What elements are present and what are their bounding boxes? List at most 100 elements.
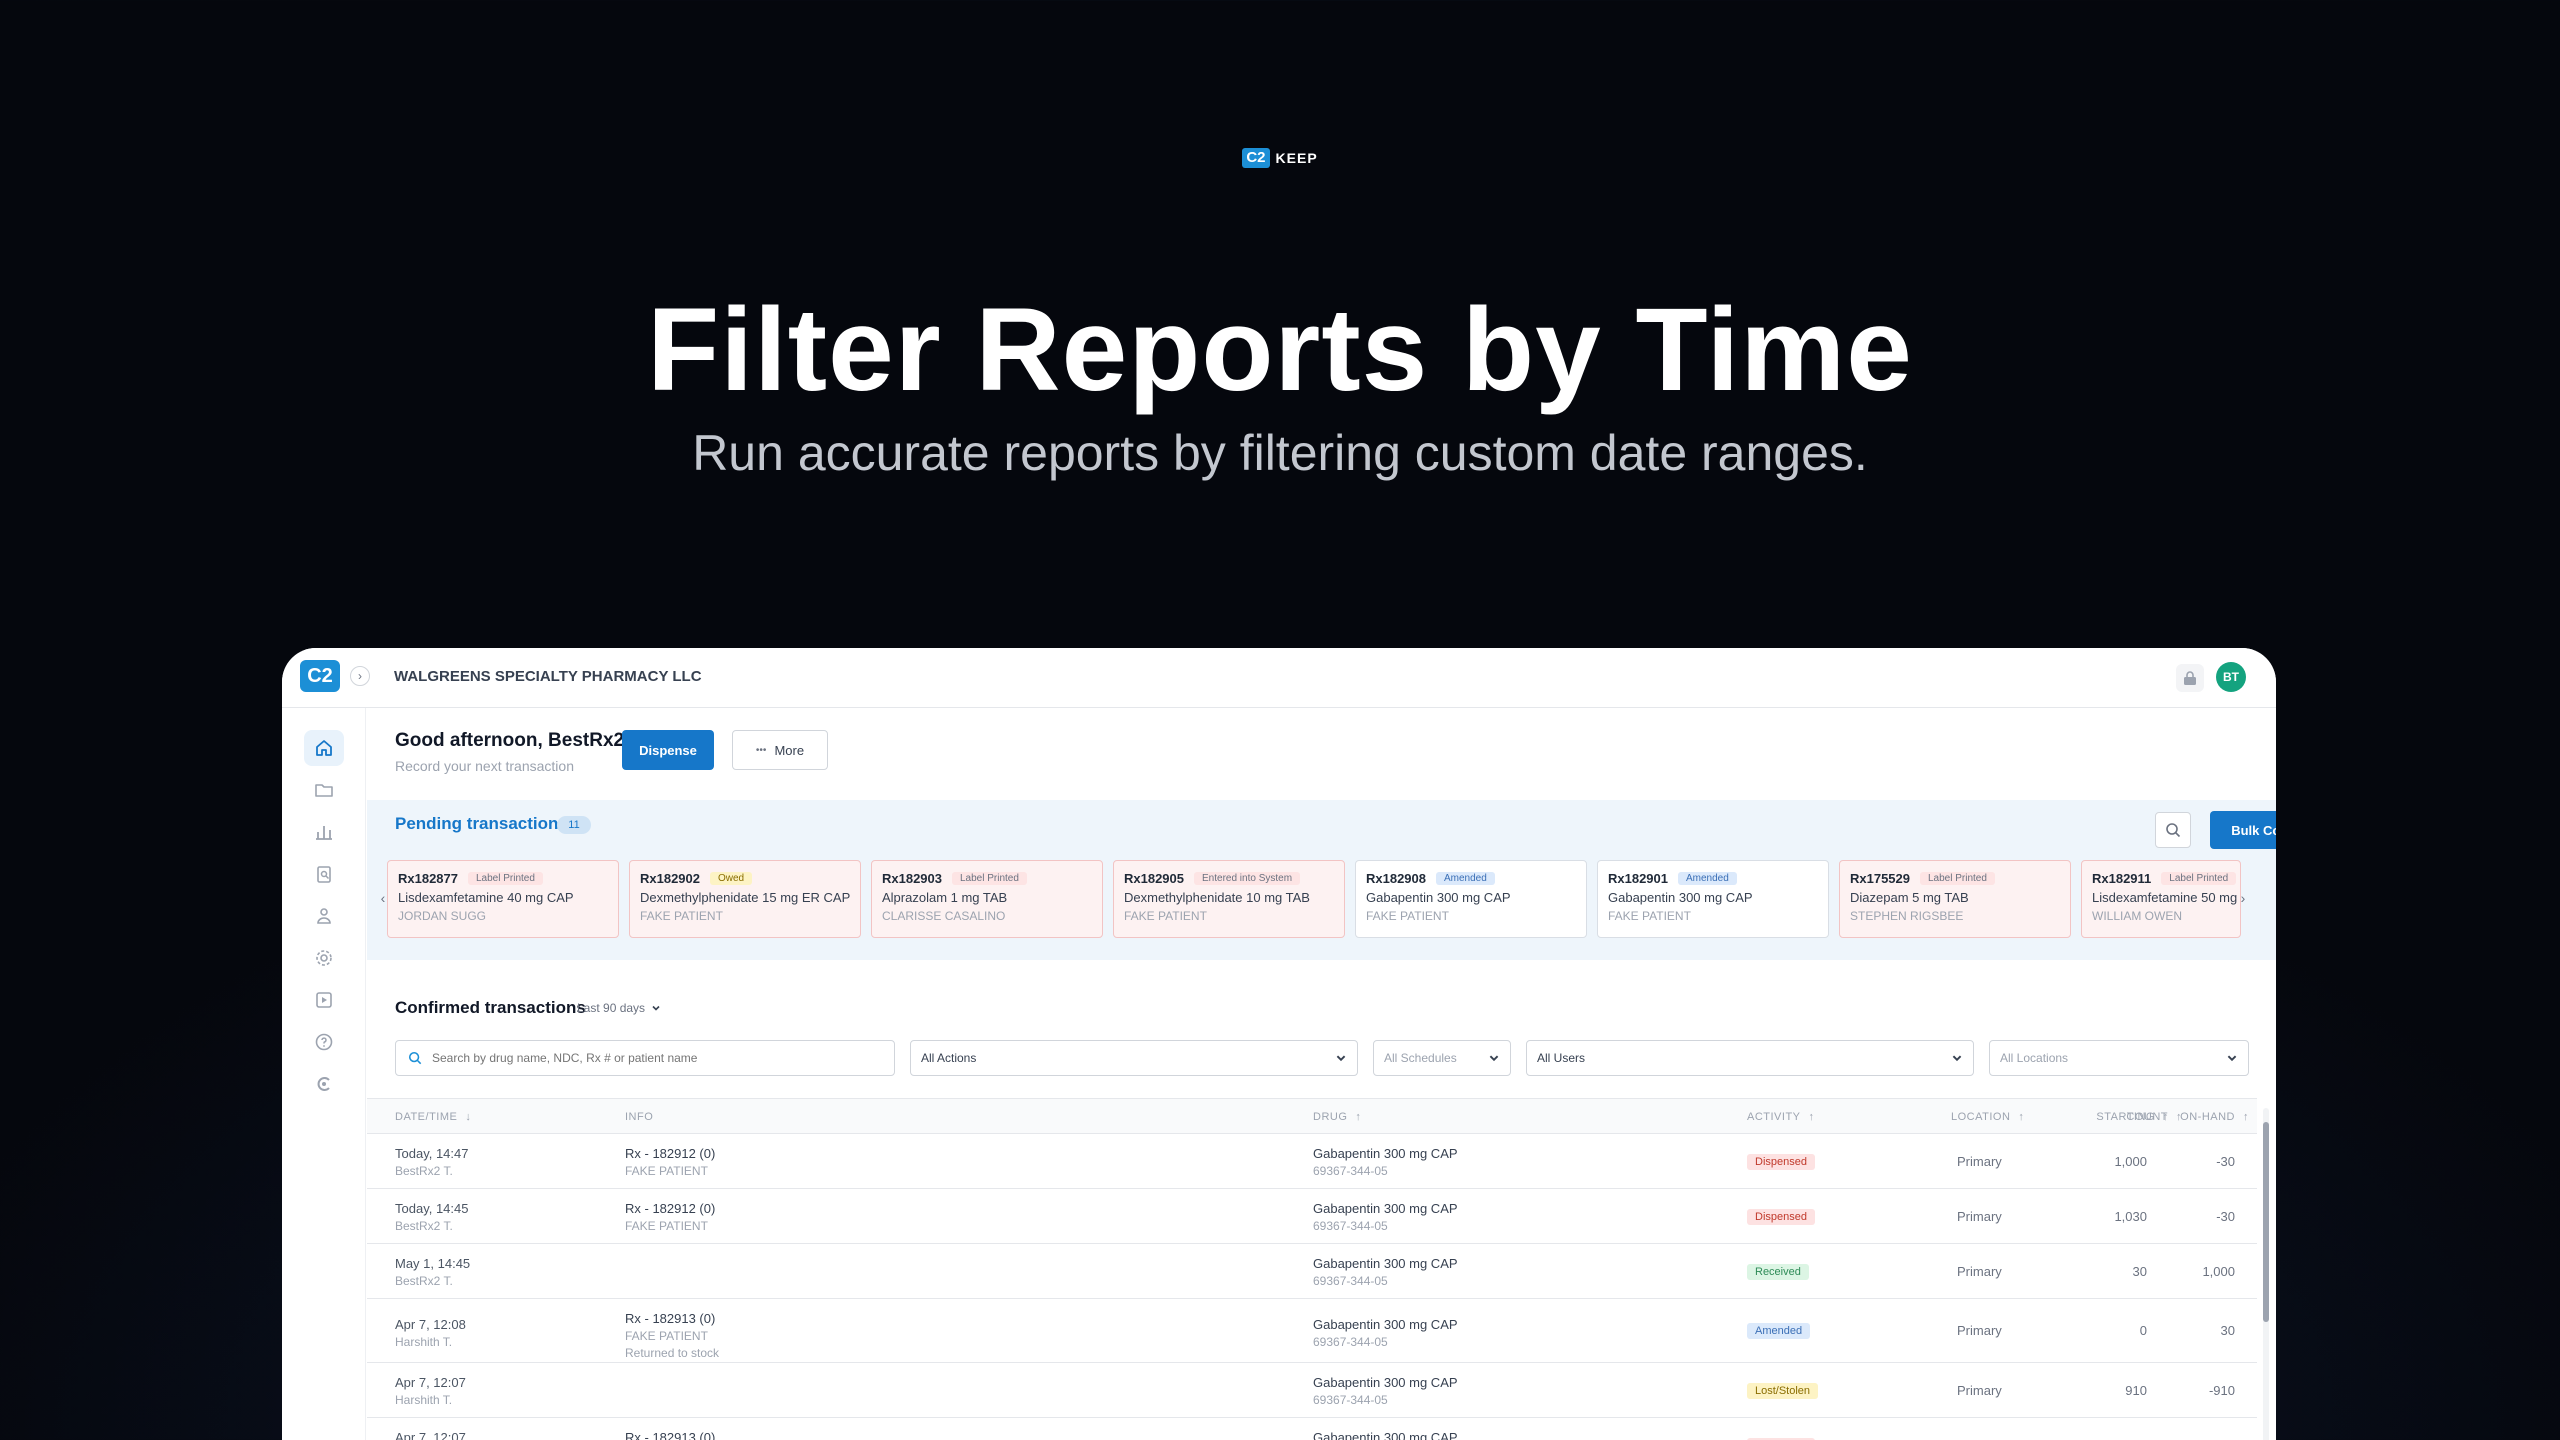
sidebar-item-audit[interactable] bbox=[304, 856, 344, 892]
column-datetime-label: DATE/TIME bbox=[395, 1111, 458, 1123]
brand-mark: C2 bbox=[1242, 148, 1270, 168]
row-count: 1,000 bbox=[2202, 1264, 2235, 1279]
card-status-badge: Amended bbox=[1678, 872, 1737, 885]
pending-card[interactable]: Rx182903 Label Printed Alprazolam 1 mg TA… bbox=[871, 860, 1103, 938]
column-datetime[interactable]: DATE/TIME ↓ bbox=[395, 1111, 471, 1123]
row-location: Primary bbox=[1957, 1323, 2002, 1338]
row-onhand: 970 bbox=[2233, 1154, 2276, 1169]
card-rx: Rx182903 bbox=[882, 871, 942, 886]
sidebar-item-reports[interactable] bbox=[304, 814, 344, 850]
column-drug[interactable]: DRUG ↑ bbox=[1313, 1111, 1361, 1123]
users-icon bbox=[317, 908, 331, 924]
table-row[interactable]: Apr 7, 12:07Harshith T.Rx - 182913 (0)FA… bbox=[367, 1418, 2257, 1440]
row-user: BestRx2 T. bbox=[395, 1274, 453, 1288]
activity-badge: Dispensed bbox=[1747, 1154, 1815, 1170]
row-location: Primary bbox=[1957, 1264, 2002, 1279]
card-patient: FAKE PATIENT bbox=[1124, 909, 1207, 923]
table-row[interactable]: Today, 14:47 BestRx2 T. Rx - 182912 (0) FAK… bbox=[367, 1134, 2257, 1189]
chevron-down-icon bbox=[1336, 1055, 1346, 1062]
card-rx: Rx182908 bbox=[1366, 871, 1426, 886]
column-drug-label: DRUG bbox=[1313, 1111, 1348, 1123]
card-status-badge: Entered into System bbox=[1194, 872, 1301, 885]
more-button[interactable]: ••• More bbox=[732, 730, 828, 770]
scrollbar-thumb[interactable] bbox=[2263, 1122, 2269, 1322]
sidebar-item-videos[interactable] bbox=[304, 982, 344, 1018]
card-rx: Rx182902 bbox=[640, 871, 700, 886]
row-location: Primary bbox=[1957, 1209, 2002, 1224]
table-row[interactable]: Apr 7, 12:07 Harshith T. Gabapentin 300 mg… bbox=[367, 1363, 2257, 1418]
row-count: 30 bbox=[2220, 1323, 2235, 1338]
row-ndc: 69367-344-05 bbox=[1313, 1274, 1388, 1288]
pending-card[interactable]: Rx182877 Label Printed Lisdexamfetamine 4… bbox=[387, 860, 619, 938]
date-range-dropdown[interactable]: Last 90 days bbox=[577, 1001, 661, 1015]
lock-button[interactable] bbox=[2176, 664, 2204, 692]
activity-badge: Lost/Stolen bbox=[1747, 1383, 1819, 1399]
card-drug: Alprazolam 1 mg TAB bbox=[882, 890, 1008, 905]
sidebar-item-settings[interactable] bbox=[304, 940, 344, 976]
refresh-icon bbox=[317, 1077, 330, 1091]
row-drug: Gabapentin 300 mg CAP bbox=[1313, 1146, 1458, 1161]
folder-icon bbox=[315, 784, 333, 797]
actions-filter-value: All Actions bbox=[921, 1051, 977, 1065]
card-drug: Diazepam 5 mg TAB bbox=[1850, 890, 1969, 905]
pending-transactions-panel: Pending transactions 11 Bulk Confirm ‹ R… bbox=[367, 800, 2276, 960]
schedules-filter[interactable]: All Schedules bbox=[1373, 1040, 1511, 1076]
row-starting: 1,000 bbox=[2114, 1154, 2147, 1169]
table-row[interactable]: Apr 7, 12:08 Harshith T. Rx - 182913 (0) FA… bbox=[367, 1299, 2257, 1363]
sidebar-item-help[interactable] bbox=[304, 1024, 344, 1060]
table-scrollbar[interactable] bbox=[2263, 1108, 2269, 1440]
cards-next-button[interactable]: › bbox=[2235, 890, 2251, 906]
sidebar-item-users[interactable] bbox=[304, 898, 344, 934]
sort-desc-icon: ↓ bbox=[465, 1111, 472, 1123]
row-count: -30 bbox=[2216, 1209, 2235, 1224]
card-status-badge: Amended bbox=[1436, 872, 1495, 885]
card-patient: FAKE PATIENT bbox=[1366, 909, 1449, 923]
table-row[interactable]: Today, 14:45 BestRx2 T. Rx - 182912 (0) FAK… bbox=[367, 1189, 2257, 1244]
row-date: Apr 7, 12:08 bbox=[395, 1317, 466, 1332]
sidebar-item-files[interactable] bbox=[304, 772, 344, 808]
row-drug: Gabapentin 300 mg CAP bbox=[1313, 1317, 1458, 1332]
chevron-down-icon bbox=[652, 1005, 660, 1011]
help-icon bbox=[315, 1033, 333, 1051]
pending-card[interactable]: Rx182908 Amended Gabapentin 300 mg CAP FA… bbox=[1355, 860, 1587, 938]
row-user: BestRx2 T. bbox=[395, 1219, 453, 1233]
sidebar-item-home[interactable] bbox=[304, 730, 344, 766]
brand-logo: C2 KEEP bbox=[0, 148, 2560, 168]
row-user: BestRx2 T. bbox=[395, 1164, 453, 1178]
pending-card[interactable]: Rx182901 Amended Gabapentin 300 mg CAP FA… bbox=[1597, 860, 1829, 938]
column-onhand[interactable]: ON-HAND ↑ bbox=[2137, 1111, 2249, 1123]
card-status-badge: Label Printed bbox=[2161, 872, 2237, 885]
dispense-button[interactable]: Dispense bbox=[622, 730, 714, 770]
row-date: Apr 7, 12:07 bbox=[395, 1375, 466, 1390]
table-row[interactable]: May 1, 14:45 BestRx2 T. Gabapentin 300 mg … bbox=[367, 1244, 2257, 1299]
card-drug: Lisdexamfetamine 40 mg CAP bbox=[398, 890, 574, 905]
sort-asc-icon: ↑ bbox=[1808, 1111, 1815, 1123]
pending-title: Pending transactions bbox=[395, 814, 568, 833]
expand-sidebar-button[interactable]: › bbox=[350, 666, 370, 686]
card-status-badge: Label Printed bbox=[1920, 872, 1995, 885]
card-patient: FAKE PATIENT bbox=[640, 909, 723, 923]
bulk-confirm-button[interactable]: Bulk Confirm bbox=[2210, 811, 2276, 849]
transaction-search[interactable] bbox=[395, 1040, 895, 1076]
pending-card[interactable]: Rx182911 Label Printed Lisdexamfetamine 5… bbox=[2081, 860, 2241, 938]
actions-filter[interactable]: All Actions bbox=[910, 1040, 1358, 1076]
column-activity[interactable]: ACTIVITY ↑ bbox=[1747, 1111, 1815, 1123]
search-input[interactable] bbox=[432, 1051, 872, 1065]
pending-card[interactable]: Rx182905 Entered into System Dexmethylphe… bbox=[1113, 860, 1345, 938]
pending-card[interactable]: Rx175529 Label Printed Diazepam 5 mg TAB … bbox=[1839, 860, 2071, 938]
pending-card[interactable]: Rx182902 Owed Dexmethylphenidate 15 mg ER… bbox=[629, 860, 861, 938]
users-filter[interactable]: All Users bbox=[1526, 1040, 1974, 1076]
pending-search-button[interactable] bbox=[2155, 812, 2191, 848]
avatar[interactable]: BT bbox=[2216, 662, 2246, 692]
locations-filter[interactable]: All Locations bbox=[1989, 1040, 2249, 1076]
brand-name: KEEP bbox=[1275, 150, 1318, 166]
card-patient: JORDAN SUGG bbox=[398, 909, 487, 923]
clipboard-search-icon bbox=[317, 866, 331, 883]
sidebar-item-sync[interactable] bbox=[304, 1066, 344, 1102]
row-ndc: 69367-344-05 bbox=[1313, 1393, 1388, 1407]
sidebar bbox=[282, 708, 366, 1440]
search-icon bbox=[408, 1051, 422, 1065]
row-onhand: 1,000 bbox=[2233, 1209, 2276, 1224]
app-logo[interactable]: C2 bbox=[300, 660, 340, 692]
greeting-subtitle: Record your next transaction bbox=[395, 758, 574, 774]
